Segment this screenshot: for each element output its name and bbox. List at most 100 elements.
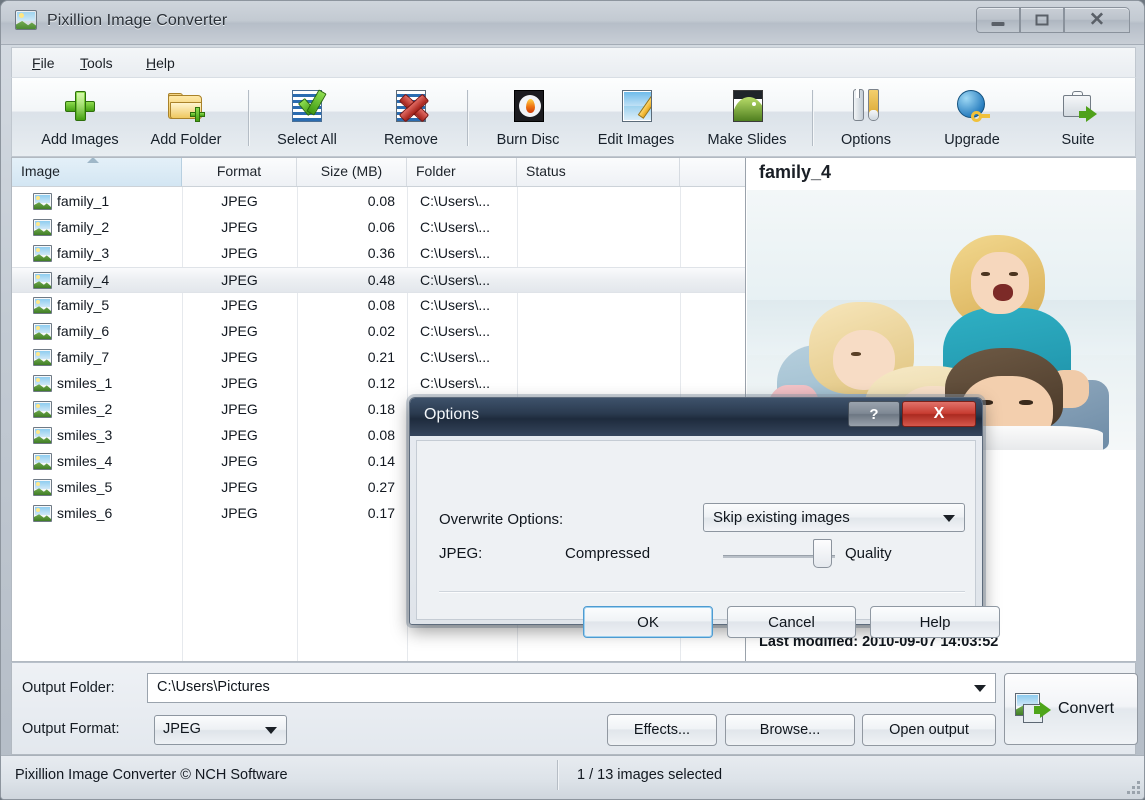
open-output-button[interactable]: Open output [862,714,996,746]
dialog-help-icon-button[interactable]: ? [848,401,900,427]
toolbar-label: Remove [384,132,438,148]
dialog-cancel-button[interactable]: Cancel [727,606,856,638]
output-format-select[interactable]: JPEG [154,715,287,745]
cell-size: 0.12 [367,375,395,391]
toolbar-button-burn-disc[interactable]: Burn Disc [479,82,577,154]
toolbar-label: Select All [277,132,337,148]
image-thumbnail-icon [33,375,52,392]
column-header-spacer [680,158,745,186]
table-row[interactable]: family_6 JPEG 0.02 C:\Users\... [12,319,745,345]
chevron-down-icon[interactable] [265,727,277,734]
menu-item-tools[interactable]: Tools [74,53,119,73]
column-header-folder[interactable]: Folder [407,158,517,186]
toolbar-button-make-slides[interactable]: Make Slides [692,82,802,154]
cell-folder: C:\Users\... [420,245,491,261]
table-row[interactable]: family_1 JPEG 0.08 C:\Users\... [12,189,745,215]
toolbar-button-upgrade[interactable]: Upgrade [920,82,1024,154]
cell-size: 0.18 [367,401,395,417]
cell-size: 0.36 [367,245,395,261]
dialog-ok-button[interactable]: OK [583,606,713,638]
image-thumbnail-icon [33,401,52,418]
overwrite-options-select[interactable]: Skip existing images [703,503,965,532]
dialog-help-button[interactable]: Help [870,606,1000,638]
table-row[interactable]: family_7 JPEG 0.21 C:\Users\... [12,345,745,371]
effects-button[interactable]: Effects... [607,714,717,746]
table-row[interactable]: family_2 JPEG 0.06 C:\Users\... [12,215,745,241]
jpeg-quality-slider-thumb[interactable] [812,539,832,568]
cell-format: JPEG [221,479,258,495]
cell-size: 0.27 [367,479,395,495]
toolbar-button-select-all[interactable]: Select All [260,82,354,154]
column-header-size[interactable]: Size (MB) [297,158,407,186]
slides-hill-icon [726,87,768,127]
toolbar-button-add-folder[interactable]: Add Folder [134,82,238,154]
cell-image-name: smiles_3 [57,427,113,443]
file-list-header: Image Format Size (MB) Folder Status [12,158,745,187]
cell-image-name: smiles_1 [57,375,113,391]
column-header-label: Image [21,163,60,179]
chevron-down-icon[interactable] [943,514,955,522]
column-header-label: Folder [416,163,456,179]
cell-image-name: smiles_5 [57,479,113,495]
cell-folder: C:\Users\... [420,272,491,288]
cell-image-name: smiles_2 [57,401,113,417]
cell-image-name: smiles_6 [57,505,113,521]
image-thumbnail-icon [33,297,52,314]
cell-image-name: family_1 [57,193,110,209]
image-thumbnail-icon [33,505,52,522]
table-row[interactable]: smiles_1 JPEG 0.12 C:\Users\... [12,371,745,397]
folder-add-icon [165,87,207,127]
globe-key-icon [951,87,993,127]
menu-item-file[interactable]: File [26,53,61,73]
cell-image-name: family_5 [57,297,110,313]
browse-button[interactable]: Browse... [725,714,855,746]
status-bar: Pixillion Image Converter © NCH Software… [1,755,1144,799]
minimize-icon [991,22,1005,26]
toolbar-button-remove[interactable]: Remove [364,82,458,154]
cell-size: 0.08 [367,297,395,313]
toolbar-button-suite[interactable]: Suite [1034,82,1122,154]
close-button[interactable]: ✕ [1064,7,1130,33]
column-header-image[interactable]: Image [12,158,182,186]
resize-grip[interactable] [1126,780,1140,794]
dialog-divider [439,591,965,592]
toolbar-label: Options [841,132,891,148]
table-row[interactable]: family_3 JPEG 0.36 C:\Users\... [12,241,745,267]
image-thumbnail-icon [33,349,52,366]
toolbar-button-add-images[interactable]: Add Images [28,82,132,154]
chevron-down-icon[interactable] [974,685,986,692]
minimize-button[interactable] [976,7,1020,33]
checkmark-list-icon [286,87,328,127]
column-header-status[interactable]: Status [517,158,680,186]
maximize-button[interactable] [1020,7,1064,33]
dialog-close-button[interactable]: X [902,401,976,427]
toolbar-label: Suite [1061,132,1095,148]
cell-folder: C:\Users\... [420,375,491,391]
toolbar-separator [248,90,249,146]
window-title: Pixillion Image Converter [47,12,228,29]
image-thumbnail-icon [33,427,52,444]
output-folder-input[interactable]: C:\Users\Pictures [147,673,996,703]
convert-button[interactable]: Convert [1004,673,1138,745]
app-image-icon [15,10,37,30]
output-folder-value: C:\Users\Pictures [157,679,270,695]
toolbar-button-options[interactable]: Options [820,82,912,154]
cell-image-name: smiles_4 [57,453,113,469]
cell-folder: C:\Users\... [420,349,491,365]
toolbar-separator [467,90,468,146]
column-header-format[interactable]: Format [182,158,297,186]
cell-size: 0.48 [367,272,395,288]
cell-format: JPEG [221,272,258,288]
table-row[interactable]: family_5 JPEG 0.08 C:\Users\... [12,293,745,319]
menu-item-help[interactable]: Help [140,53,181,73]
preview-file-title: family_4 [759,162,832,182]
image-thumbnail-icon [33,272,52,289]
table-row[interactable]: family_4 JPEG 0.48 C:\Users\... [12,267,745,293]
cell-folder: C:\Users\... [420,219,491,235]
compressed-label: Compressed [565,545,651,562]
cell-format: JPEG [221,375,258,391]
image-thumbnail-icon [33,453,52,470]
column-header-label: Size (MB) [320,163,383,179]
status-selection-count: 1 / 13 images selected [577,767,723,783]
toolbar-button-edit-images[interactable]: Edit Images [582,82,690,154]
